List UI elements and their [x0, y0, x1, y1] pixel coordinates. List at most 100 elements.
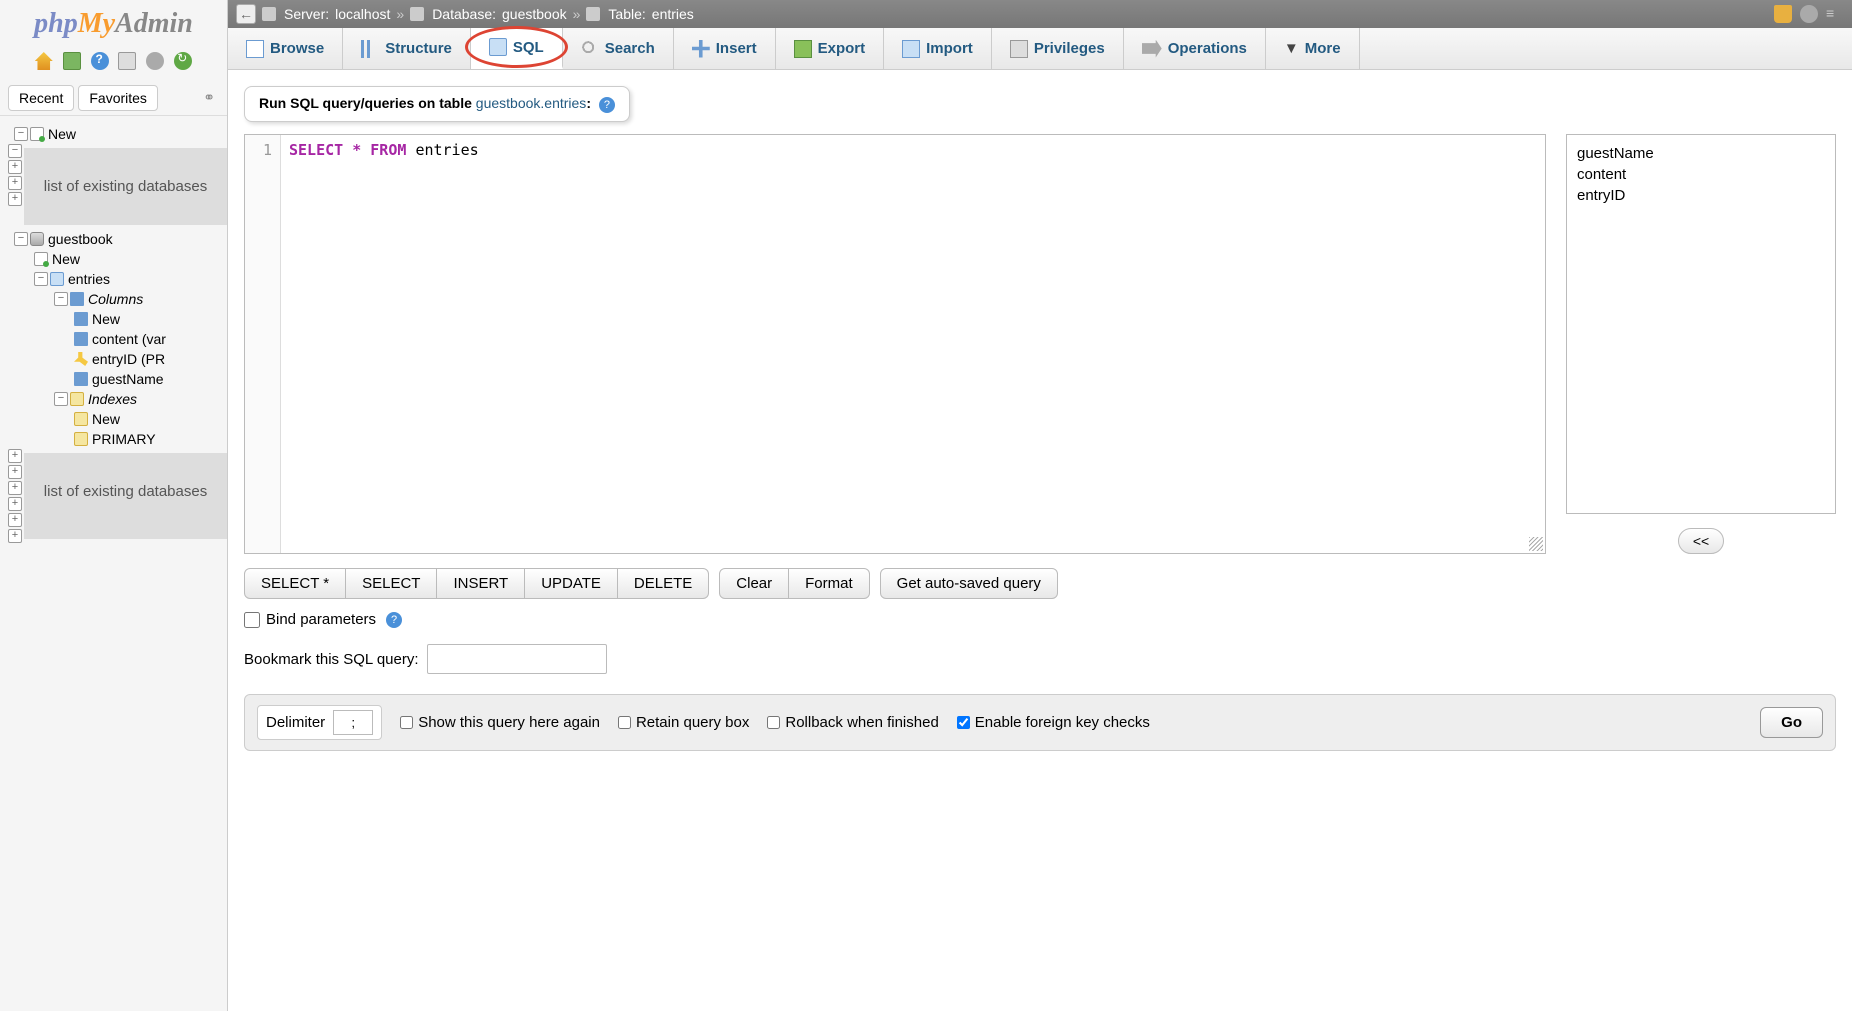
kw-select: SELECT [289, 141, 343, 159]
tab-browse[interactable]: Browse [228, 28, 343, 69]
collapse-columns-button[interactable]: << [1678, 528, 1724, 554]
help-icon[interactable]: ? [599, 97, 615, 113]
go-button[interactable]: Go [1760, 707, 1823, 738]
delimiter-input[interactable] [333, 710, 373, 735]
new-db-icon [30, 127, 44, 141]
idx-primary[interactable]: PRIMARY [92, 431, 156, 447]
expand-icon[interactable]: + [8, 192, 22, 206]
show-again-label: Show this query here again [418, 714, 600, 731]
bookmark-input[interactable] [427, 644, 607, 674]
table-entries[interactable]: entries [68, 271, 110, 287]
tab-label: Structure [385, 40, 452, 57]
column-icon [74, 312, 88, 326]
tab-label: Search [605, 40, 655, 57]
bc-table-link[interactable]: entries [652, 6, 694, 22]
tab-label: Import [926, 40, 973, 57]
line-number: 1 [263, 141, 272, 159]
recent-tab[interactable]: Recent [8, 85, 74, 111]
tab-privileges[interactable]: Privileges [992, 28, 1124, 69]
update-button[interactable]: UPDATE [525, 568, 618, 599]
expand-icon[interactable]: + [8, 497, 22, 511]
home-icon[interactable] [35, 52, 53, 70]
col-content[interactable]: content (var [92, 331, 166, 347]
collapse-icon[interactable]: − [14, 127, 28, 141]
collapse-icon[interactable]: − [54, 392, 68, 406]
expand-icon[interactable]: + [8, 160, 22, 174]
column-option[interactable]: guestName [1577, 143, 1825, 164]
fk-checkbox[interactable] [957, 716, 970, 729]
bind-params-checkbox[interactable] [244, 612, 260, 628]
tab-export[interactable]: Export [776, 28, 885, 69]
column-icon [74, 372, 88, 386]
collapse-icon[interactable]: − [54, 292, 68, 306]
panel-table-link[interactable]: guestbook.entries [476, 95, 587, 111]
tab-search[interactable]: Search [563, 28, 674, 69]
clear-button[interactable]: Clear [719, 568, 789, 599]
help-icon[interactable] [91, 52, 109, 70]
resize-handle[interactable] [1529, 537, 1543, 551]
link-icon[interactable]: ⚭ [199, 85, 219, 111]
retain-label: Retain query box [636, 714, 749, 731]
delete-button[interactable]: DELETE [618, 568, 709, 599]
logo[interactable]: phpMyAdmin [0, 0, 227, 48]
col-guestname[interactable]: guestName [92, 371, 164, 387]
format-button[interactable]: Format [789, 568, 870, 599]
expand-icon[interactable]: + [8, 481, 22, 495]
logout-icon[interactable] [63, 52, 81, 70]
settings-icon[interactable] [146, 52, 164, 70]
tab-label: SQL [513, 39, 544, 56]
lock-icon[interactable] [1774, 5, 1792, 23]
column-option[interactable]: entryID [1577, 185, 1825, 206]
indexes-node[interactable]: Indexes [88, 391, 137, 407]
database-icon [30, 232, 44, 246]
retain-checkbox[interactable] [618, 716, 631, 729]
insert-button[interactable]: INSERT [437, 568, 525, 599]
columns-list[interactable]: guestName content entryID [1566, 134, 1836, 514]
tab-insert[interactable]: Insert [674, 28, 776, 69]
bc-db-label: Database: [432, 6, 496, 22]
collapse-icon[interactable]: − [14, 232, 28, 246]
bc-server-link[interactable]: localhost [335, 6, 390, 22]
tab-operations[interactable]: Operations [1124, 28, 1266, 69]
refresh-icon[interactable] [174, 52, 192, 70]
expand-icon[interactable]: + [8, 513, 22, 527]
col-new[interactable]: New [92, 311, 120, 327]
chevron-down-icon: ▼ [1284, 40, 1299, 57]
kw-star: * [352, 141, 361, 159]
expand-icon[interactable]: − [8, 144, 22, 158]
new-database[interactable]: New [48, 126, 76, 142]
collapse-icon[interactable]: − [34, 272, 48, 286]
new-table[interactable]: New [52, 251, 80, 267]
favorites-tab[interactable]: Favorites [78, 85, 158, 111]
col-entryid[interactable]: entryID (PR [92, 351, 165, 367]
autosaved-button[interactable]: Get auto-saved query [880, 568, 1058, 599]
tab-structure[interactable]: Structure [343, 28, 471, 69]
tab-label: More [1305, 40, 1341, 57]
columns-icon [70, 292, 84, 306]
select-button[interactable]: SELECT [346, 568, 437, 599]
back-button[interactable]: ← [236, 4, 256, 24]
rollback-checkbox[interactable] [767, 716, 780, 729]
menu-icon[interactable]: ≡ [1826, 5, 1844, 23]
docs-icon[interactable] [118, 52, 136, 70]
page-settings-icon[interactable] [1800, 5, 1818, 23]
expand-icon[interactable]: + [8, 176, 22, 190]
columns-node[interactable]: Columns [88, 291, 143, 307]
expand-icon[interactable]: + [8, 529, 22, 543]
expand-icon[interactable]: + [8, 449, 22, 463]
tab-label: Operations [1168, 40, 1247, 57]
show-again-checkbox[interactable] [400, 716, 413, 729]
sidebar: phpMyAdmin Recent Favorites ⚭ − New − [0, 0, 228, 1011]
sql-code[interactable]: SELECT * FROM entries [281, 135, 1545, 553]
idx-new[interactable]: New [92, 411, 120, 427]
column-option[interactable]: content [1577, 164, 1825, 185]
select-star-button[interactable]: SELECT * [244, 568, 346, 599]
tab-import[interactable]: Import [884, 28, 992, 69]
tab-sql[interactable]: SQL [471, 28, 563, 69]
db-guestbook[interactable]: guestbook [48, 231, 113, 247]
expand-icon[interactable]: + [8, 465, 22, 479]
help-icon[interactable]: ? [386, 612, 402, 628]
bc-db-link[interactable]: guestbook [502, 6, 567, 22]
sql-editor[interactable]: 1 SELECT * FROM entries [244, 134, 1546, 554]
tab-more[interactable]: ▼ More [1266, 28, 1360, 69]
